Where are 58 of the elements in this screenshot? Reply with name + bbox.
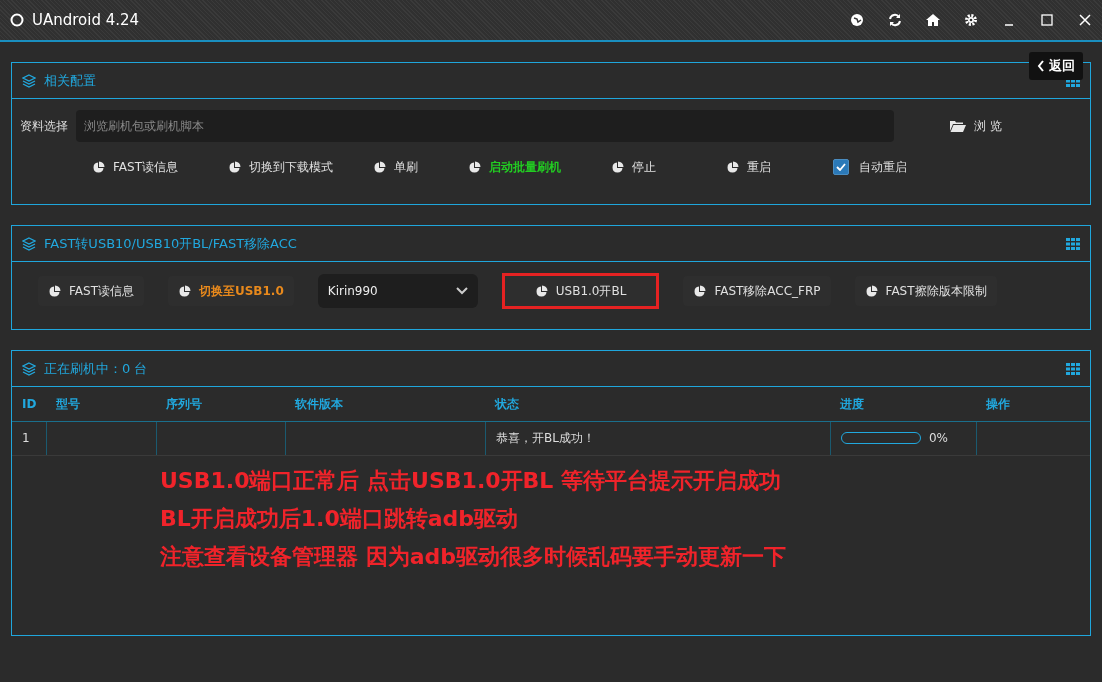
progress-percent: 0% <box>928 430 948 447</box>
folder-icon <box>950 120 967 132</box>
checkbox-label: 自动重启 <box>858 159 907 176</box>
action-button[interactable]: USB1.0开BL <box>501 273 660 309</box>
column-header: ID <box>12 387 47 421</box>
field-label: 资料选择 <box>20 118 68 135</box>
layers-icon <box>22 361 36 376</box>
file-path-field[interactable]: 浏览刷机包或刷机脚本 <box>76 110 895 142</box>
table-cell: 恭喜，开BL成功！ <box>485 421 831 455</box>
annotation-text: 注意查看设备管理器 因为adb驱动很多时候乱码要手动更新一下 <box>160 542 787 571</box>
pie-chart-icon <box>48 284 61 298</box>
panel-title: 相关配置 <box>44 71 96 90</box>
chevron-down-icon <box>455 287 468 295</box>
annotation-text: USB1.0端口正常后 点击USB1.0开BL 等待平台提示开启成功 <box>160 466 782 495</box>
action-button[interactable]: 启动批量刷机 <box>457 152 571 182</box>
browse-button[interactable]: 浏 览 <box>940 111 1012 141</box>
pie-chart-icon <box>92 160 105 174</box>
table-cell: 1 <box>12 421 47 455</box>
close-icon[interactable] <box>1078 13 1092 27</box>
annotation-text: BL开启成功后1.0端口跳转adb驱动 <box>160 504 520 533</box>
refresh-icon[interactable] <box>888 13 902 27</box>
pie-chart-icon <box>467 160 481 174</box>
layers-icon <box>22 73 36 88</box>
layers-icon <box>22 236 36 251</box>
action-button[interactable]: 停止 <box>600 152 666 182</box>
action-button[interactable]: 切换到下载模式 <box>217 152 343 182</box>
column-header: 序列号 <box>156 387 286 421</box>
column-header: 进度 <box>830 387 977 421</box>
back-button[interactable]: 返回 <box>1029 52 1083 80</box>
panel-title: 正在刷机中：0 台 <box>44 359 148 378</box>
pie-chart-icon <box>725 160 739 174</box>
checkmark-icon <box>835 163 846 171</box>
action-button[interactable]: 重启 <box>715 152 781 182</box>
pie-chart-icon <box>693 284 707 298</box>
column-header: 状态 <box>485 387 831 421</box>
column-header: 操作 <box>976 387 1090 421</box>
pie-chart-icon <box>177 284 191 298</box>
home-icon[interactable] <box>926 13 940 27</box>
chip-select[interactable]: Kirin990 <box>317 274 478 308</box>
checkbox[interactable] <box>832 159 849 175</box>
settings-icon[interactable] <box>964 13 978 27</box>
app-logo-icon <box>10 13 24 27</box>
pie-chart-icon <box>610 160 624 174</box>
action-button[interactable]: FAST读信息 <box>82 152 188 182</box>
pie-chart-icon <box>227 160 241 174</box>
grid-icon <box>1066 362 1080 375</box>
chevron-left-icon <box>1037 59 1045 72</box>
maximize-icon[interactable] <box>1040 13 1054 27</box>
column-header: 软件版本 <box>285 387 486 421</box>
pie-chart-icon <box>534 284 548 298</box>
grid-icon <box>1066 237 1080 250</box>
pie-chart-icon <box>372 160 386 174</box>
window-title: UAndroid 4.24 <box>32 9 140 31</box>
pie-chart-icon <box>864 284 878 298</box>
panel-title: FAST转USB10/USB10开BL/FAST移除ACC <box>44 234 297 253</box>
column-header: 型号 <box>46 387 157 421</box>
select-value: Kirin990 <box>327 283 378 300</box>
action-button[interactable]: 单刷 <box>362 152 428 182</box>
